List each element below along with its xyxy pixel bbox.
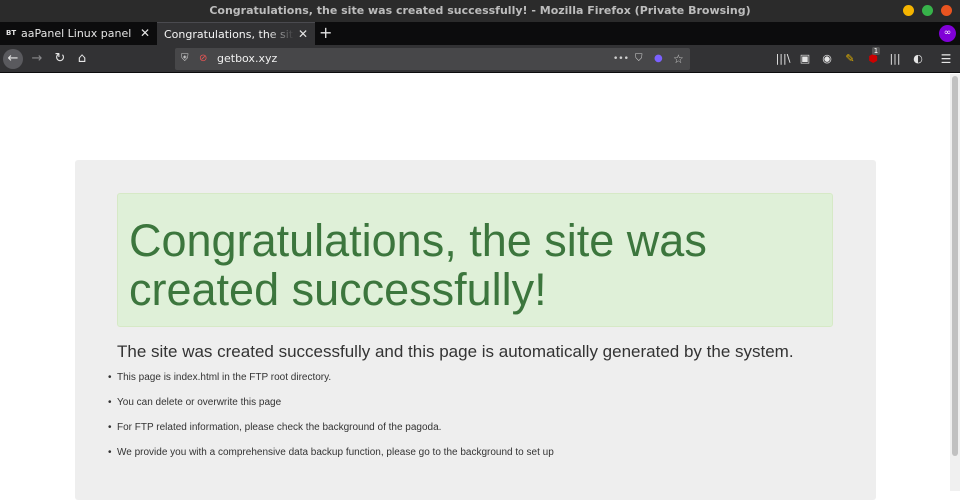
library-icon[interactable]: |||\ bbox=[774, 49, 792, 69]
home-button[interactable]: ⌂ bbox=[72, 49, 92, 69]
minimize-button[interactable] bbox=[903, 5, 914, 16]
shield-icon[interactable]: ⛨ bbox=[181, 48, 189, 70]
list-item: For FTP related information, please chec… bbox=[108, 420, 554, 445]
url-bar[interactable]: ⛨ ⊘ getbox.xyz ••• ⛉ ● ☆ bbox=[175, 48, 690, 70]
reload-button[interactable]: ↻ bbox=[50, 49, 70, 69]
page-actions-icon[interactable]: ••• bbox=[613, 48, 629, 70]
list-item: This page is index.html in the FTP root … bbox=[108, 370, 554, 395]
forward-button[interactable]: → bbox=[27, 49, 47, 69]
tab-congratulations[interactable]: Congratulations, the site was created su… bbox=[157, 22, 315, 45]
close-window-button[interactable] bbox=[941, 5, 952, 16]
url-text[interactable]: getbox.xyz bbox=[217, 48, 277, 70]
list-item: You can delete or overwrite this page bbox=[108, 395, 554, 420]
menu-icon[interactable]: ☰ bbox=[937, 49, 955, 69]
close-tab-icon[interactable]: ✕ bbox=[298, 23, 308, 45]
window-title-bar: Congratulations, the site was created su… bbox=[0, 0, 960, 22]
insecure-lock-icon[interactable]: ⊘ bbox=[199, 48, 207, 70]
close-tab-icon[interactable]: ✕ bbox=[140, 22, 150, 45]
extension-bars-icon[interactable]: ||| bbox=[886, 49, 904, 69]
extension-puzzle-icon[interactable]: ◐ bbox=[909, 49, 927, 69]
back-button[interactable]: ← bbox=[3, 49, 23, 69]
bookmark-star-icon[interactable]: ☆ bbox=[673, 48, 684, 70]
extension-icon[interactable]: ● bbox=[654, 48, 663, 70]
bt-favicon-icon: BT bbox=[6, 29, 17, 37]
success-alert: Congratulations, the site was created su… bbox=[117, 193, 833, 327]
window-title: Congratulations, the site was created su… bbox=[209, 4, 751, 17]
list-item: We provide you with a comprehensive data… bbox=[108, 445, 554, 470]
tab-aapanel[interactable]: BT aaPanel Linux panel ✕ bbox=[0, 22, 157, 45]
scrollbar-thumb[interactable] bbox=[952, 76, 958, 456]
page-content: Congratulations, the site was created su… bbox=[0, 74, 950, 500]
sidebar-icon[interactable]: ▣ bbox=[796, 49, 814, 69]
tab-label: Congratulations, the site was created su… bbox=[164, 28, 294, 41]
pocket-icon[interactable]: ⛉ bbox=[635, 48, 643, 70]
new-tab-button[interactable]: + bbox=[319, 22, 332, 44]
info-list: This page is index.html in the FTP root … bbox=[108, 370, 554, 470]
content-panel: Congratulations, the site was created su… bbox=[75, 160, 876, 500]
navigation-toolbar: ← → ↻ ⌂ ⛨ ⊘ getbox.xyz ••• ⛉ ● ☆ |||\ ▣ … bbox=[0, 45, 960, 73]
private-browsing-icon: ∞ bbox=[939, 25, 956, 42]
window-controls bbox=[903, 5, 952, 16]
extension-badge: 1 bbox=[872, 47, 880, 55]
extension-pencil-icon[interactable]: ✎ bbox=[841, 49, 859, 69]
vertical-scrollbar[interactable] bbox=[950, 74, 960, 491]
page-heading: Congratulations, the site was created su… bbox=[129, 215, 707, 315]
tab-bar: BT aaPanel Linux panel ✕ Congratulations… bbox=[0, 22, 960, 45]
page-description: The site was created successfully and th… bbox=[117, 342, 794, 361]
maximize-button[interactable] bbox=[922, 5, 933, 16]
account-avatar-icon[interactable]: ◉ bbox=[818, 49, 836, 69]
tab-label: aaPanel Linux panel bbox=[21, 27, 132, 40]
